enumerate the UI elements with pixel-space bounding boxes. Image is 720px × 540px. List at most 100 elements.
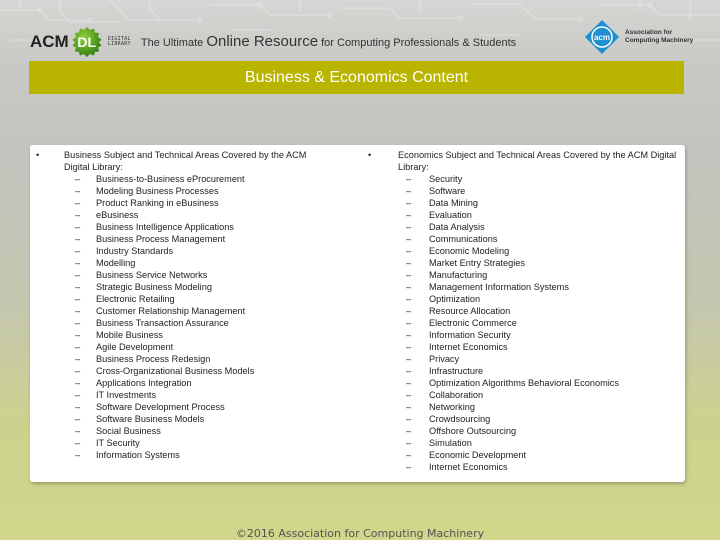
list-item-label: Internet Economics bbox=[429, 342, 508, 352]
economics-heading-row: • Economics Subject and Technical Areas … bbox=[363, 149, 685, 173]
list-item: – Internet Economics bbox=[363, 341, 685, 353]
list-item-label: Business Process Redesign bbox=[96, 354, 211, 364]
dash-icon: – bbox=[406, 222, 412, 232]
list-item: – Customer Relationship Management bbox=[30, 305, 360, 317]
dash-icon: – bbox=[406, 402, 412, 412]
dash-icon: – bbox=[75, 210, 81, 220]
list-item-label: Software bbox=[429, 186, 466, 196]
list-item-label: Electronic Retailing bbox=[96, 294, 175, 304]
dash-icon: – bbox=[406, 414, 412, 424]
association-name: Association for Computing Machinery bbox=[625, 29, 693, 45]
list-item-label: Privacy bbox=[429, 354, 460, 364]
dash-icon: – bbox=[75, 198, 81, 208]
dash-icon: – bbox=[75, 330, 81, 340]
list-item: – Communications bbox=[363, 233, 685, 245]
dash-icon: – bbox=[406, 210, 412, 220]
list-item: – Infrastructure bbox=[363, 365, 685, 377]
list-item: – Privacy bbox=[363, 353, 685, 365]
list-item: – Simulation bbox=[363, 437, 685, 449]
dash-icon: – bbox=[406, 306, 412, 316]
list-item-label: Mobile Business bbox=[96, 330, 163, 340]
list-item-label: IT Security bbox=[96, 438, 140, 448]
list-item: – Offshore Outsourcing bbox=[363, 425, 685, 437]
dash-icon: – bbox=[75, 450, 81, 460]
library-label: LIBRARY bbox=[107, 41, 131, 47]
list-item-label: Infrastructure bbox=[429, 366, 484, 376]
list-item: – Information Security bbox=[363, 329, 685, 341]
dash-icon: – bbox=[406, 330, 412, 340]
header: ACM DL DIGITAL LIBRARY The Ultimate Onli… bbox=[0, 0, 720, 60]
dash-icon: – bbox=[406, 198, 412, 208]
list-item: – Business Intelligence Applications bbox=[30, 221, 360, 233]
list-item-label: Collaboration bbox=[429, 390, 484, 400]
list-item: – Optimization bbox=[363, 293, 685, 305]
dash-icon: – bbox=[406, 426, 412, 436]
dash-icon: – bbox=[406, 318, 412, 328]
list-item: – Business-to-Business eProcurement bbox=[30, 173, 360, 185]
dash-icon: – bbox=[406, 234, 412, 244]
list-item: – Management Information Systems bbox=[363, 281, 685, 293]
list-item: – Business Service Networks bbox=[30, 269, 360, 281]
list-item-label: Market Entry Strategies bbox=[429, 258, 525, 268]
bullet-icon: • bbox=[36, 150, 40, 160]
business-heading: Business Subject and Technical Areas Cov… bbox=[64, 150, 307, 172]
footer-copyright: ©2016 Association for Computing Machiner… bbox=[235, 527, 485, 540]
assoc-line2: Computing Machinery bbox=[625, 37, 694, 44]
title-bar: Business & Economics Content bbox=[29, 61, 684, 94]
content-box: • Business Subject and Technical Areas C… bbox=[30, 145, 685, 482]
dash-icon: – bbox=[406, 390, 412, 400]
list-item: – Information Systems bbox=[30, 449, 360, 461]
acm-association-logo[interactable]: acm Association for Computing Machinery bbox=[585, 20, 693, 54]
list-item: – Strategic Business Modeling bbox=[30, 281, 360, 293]
list-item-label: Industry Standards bbox=[96, 246, 174, 256]
dash-icon: – bbox=[75, 438, 81, 448]
list-item-label: eBusiness bbox=[96, 210, 139, 220]
list-item-label: Social Business bbox=[96, 426, 161, 436]
list-item: – Modelling bbox=[30, 257, 360, 269]
list-item-label: Resource Allocation bbox=[429, 306, 511, 316]
list-item: – Cross-Organizational Business Models bbox=[30, 365, 360, 377]
dash-icon: – bbox=[406, 258, 412, 268]
list-item-label: Software Development Process bbox=[96, 402, 225, 412]
dash-icon: – bbox=[75, 318, 81, 328]
list-item: – Networking bbox=[363, 401, 685, 413]
dash-icon: – bbox=[406, 282, 412, 292]
dl-label: DL bbox=[77, 34, 97, 50]
list-item-label: Crowdsourcing bbox=[429, 414, 491, 424]
business-column: • Business Subject and Technical Areas C… bbox=[30, 149, 360, 461]
list-item: – Agile Development bbox=[30, 341, 360, 353]
list-item: – Resource Allocation bbox=[363, 305, 685, 317]
tagline: The Ultimate Online Resource for Computi… bbox=[141, 33, 516, 51]
list-item: – Electronic Commerce bbox=[363, 317, 685, 329]
dash-icon: – bbox=[75, 306, 81, 316]
list-item: – eBusiness bbox=[30, 209, 360, 221]
acm-logo-text: ACM bbox=[30, 32, 69, 51]
dash-icon: – bbox=[406, 438, 412, 448]
dash-icon: – bbox=[406, 342, 412, 352]
assoc-line1: Association for bbox=[625, 29, 673, 36]
list-item: – Economic Modeling bbox=[363, 245, 685, 257]
list-item-label: Economic Modeling bbox=[429, 246, 510, 256]
tagline-part1: The Ultimate bbox=[140, 37, 207, 49]
list-item: – Electronic Retailing bbox=[30, 293, 360, 305]
list-item-label: Networking bbox=[429, 402, 475, 412]
acm-dl-logo[interactable]: ACM DL DIGITAL LIBRARY The Ultimate Onli… bbox=[30, 27, 516, 57]
list-item-label: Modelling bbox=[96, 258, 136, 268]
list-item-label: Business Service Networks bbox=[96, 270, 208, 280]
bullet-icon: • bbox=[368, 150, 372, 160]
list-item-label: Electronic Commerce bbox=[429, 318, 517, 328]
list-item-label: Business Intelligence Applications bbox=[96, 222, 234, 232]
list-item: – IT Investments bbox=[30, 389, 360, 401]
list-item: – Modeling Business Processes bbox=[30, 185, 360, 197]
dash-icon: – bbox=[75, 354, 81, 364]
list-item-label: Optimization Algorithms Behavioral Econo… bbox=[429, 378, 619, 388]
list-item: – Industry Standards bbox=[30, 245, 360, 257]
dash-icon: – bbox=[75, 414, 81, 424]
business-topic-list: – Business-to-Business eProcurement – Model… bbox=[30, 173, 360, 461]
dash-icon: – bbox=[406, 450, 412, 460]
dash-icon: – bbox=[75, 426, 81, 436]
list-item-label: Manufacturing bbox=[429, 270, 488, 280]
list-item-label: Agile Development bbox=[96, 342, 174, 352]
list-item: – Product Ranking in eBusiness bbox=[30, 197, 360, 209]
list-item: – Applications Integration bbox=[30, 377, 360, 389]
